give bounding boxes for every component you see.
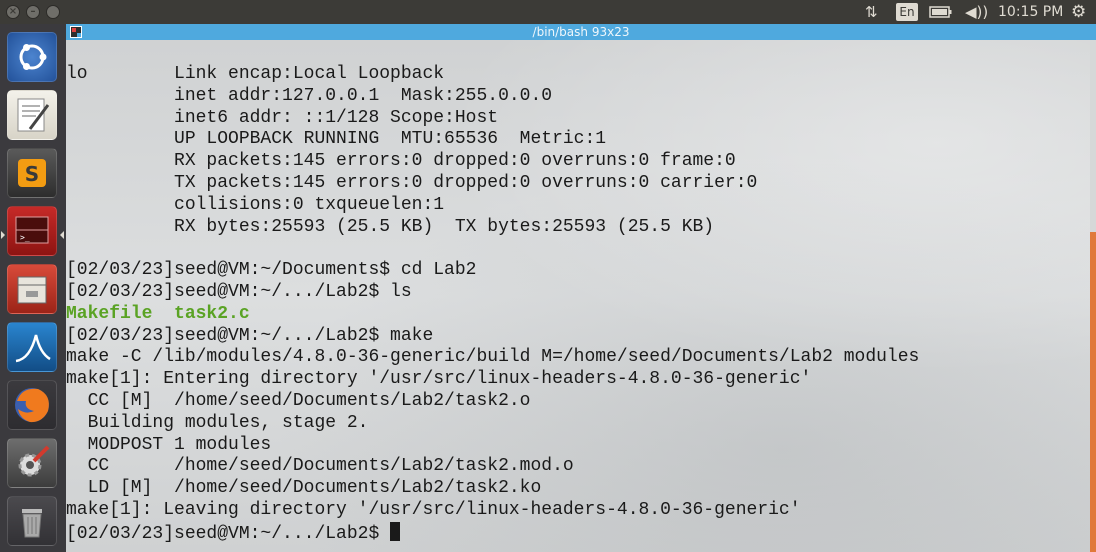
terminal-line: make[1]: Entering directory '/usr/src/li… xyxy=(66,369,812,390)
terminal-line: [02/03/23]seed@VM:~/Documents$ cd Lab2 xyxy=(66,260,477,281)
running-indicator xyxy=(1,231,5,239)
sublime-text-icon[interactable]: S xyxy=(7,148,57,198)
svg-text:>_: >_ xyxy=(20,233,30,242)
ls-output-line: Makefile task2.c xyxy=(66,303,250,324)
volume-icon[interactable]: ◀)) xyxy=(965,0,988,24)
terminal-output-area[interactable]: lo Link encap:Local Loopback inet addr:1… xyxy=(66,40,1090,552)
terminal-line: UP LOOPBACK RUNNING MTU:65536 Metric:1 xyxy=(66,129,607,150)
close-window-button[interactable]: × xyxy=(6,5,20,19)
top-panel: × – ⇅ En ◀)) 10:15 PM ⚙ xyxy=(0,0,1096,24)
terminal-menu-icon[interactable] xyxy=(70,26,82,38)
text-editor-icon[interactable] xyxy=(7,90,57,140)
language-indicator[interactable]: En xyxy=(896,3,918,21)
shell-prompt: [02/03/23]seed@VM:~/.../Lab2$ xyxy=(66,523,391,544)
network-arrows-icon[interactable]: ⇅ xyxy=(865,0,878,24)
terminal-line: lo Link encap:Local Loopback xyxy=(66,64,445,84)
terminal-line: RX bytes:25593 (25.5 KB) TX bytes:25593 … xyxy=(66,216,715,237)
trash-icon[interactable] xyxy=(7,496,57,546)
terminal-title: /bin/bash 93x23 xyxy=(532,25,630,39)
ubuntu-dash-icon[interactable] xyxy=(7,32,57,82)
wireshark-icon[interactable] xyxy=(7,322,57,372)
terminal-line: inet6 addr: ::1/128 Scope:Host xyxy=(66,107,499,128)
clock[interactable]: 10:15 PM xyxy=(998,0,1063,24)
minimize-icon: – xyxy=(30,6,36,17)
terminal-line: TX packets:145 errors:0 dropped:0 overru… xyxy=(66,172,758,193)
prompt-line[interactable]: [02/03/23]seed@VM:~/.../Lab2$ xyxy=(66,521,919,544)
terminal-line: make -C /lib/modules/4.8.0-36-generic/bu… xyxy=(66,347,920,368)
terminal-line: LD [M] /home/seed/Documents/Lab2/task2.k… xyxy=(66,478,542,499)
terminal-text: lo Link encap:Local Loopback inet addr:1… xyxy=(66,64,919,544)
gear-icon[interactable]: ⚙ xyxy=(1071,0,1086,24)
maximize-window-button[interactable] xyxy=(46,5,60,19)
terminal-icon[interactable]: >_ xyxy=(7,206,57,256)
terminal-line: [02/03/23]seed@VM:~/.../Lab2$ make xyxy=(66,325,434,346)
terminal-line: Building modules, stage 2. xyxy=(66,412,369,433)
terminal-title-bar[interactable]: /bin/bash 93x23 xyxy=(66,24,1096,40)
terminal-line: CC /home/seed/Documents/Lab2/task2.mod.o xyxy=(66,456,574,477)
firefox-icon[interactable] xyxy=(7,380,57,430)
terminal-line: collisions:0 txqueuelen:1 xyxy=(66,194,445,215)
text-cursor xyxy=(390,521,401,541)
scrollbar-indicator[interactable] xyxy=(1090,232,1096,552)
terminal-line: make[1]: Leaving directory '/usr/src/lin… xyxy=(66,499,801,520)
focused-indicator xyxy=(60,231,64,239)
system-settings-icon[interactable] xyxy=(7,438,57,488)
launcher: S >_ xyxy=(0,24,67,552)
file-manager-icon[interactable] xyxy=(7,264,57,314)
terminal-line: inet addr:127.0.0.1 Mask:255.0.0.0 xyxy=(66,85,553,106)
battery-icon[interactable] xyxy=(929,6,953,18)
terminal-line: MODPOST 1 modules xyxy=(66,434,272,455)
terminal-line: CC [M] /home/seed/Documents/Lab2/task2.o xyxy=(66,390,531,411)
minimize-window-button[interactable]: – xyxy=(26,5,40,19)
terminal-line: [02/03/23]seed@VM:~/.../Lab2$ ls xyxy=(66,281,412,302)
svg-text:S: S xyxy=(25,162,39,186)
terminal-line: RX packets:145 errors:0 dropped:0 overru… xyxy=(66,151,736,172)
close-icon: × xyxy=(8,6,18,17)
